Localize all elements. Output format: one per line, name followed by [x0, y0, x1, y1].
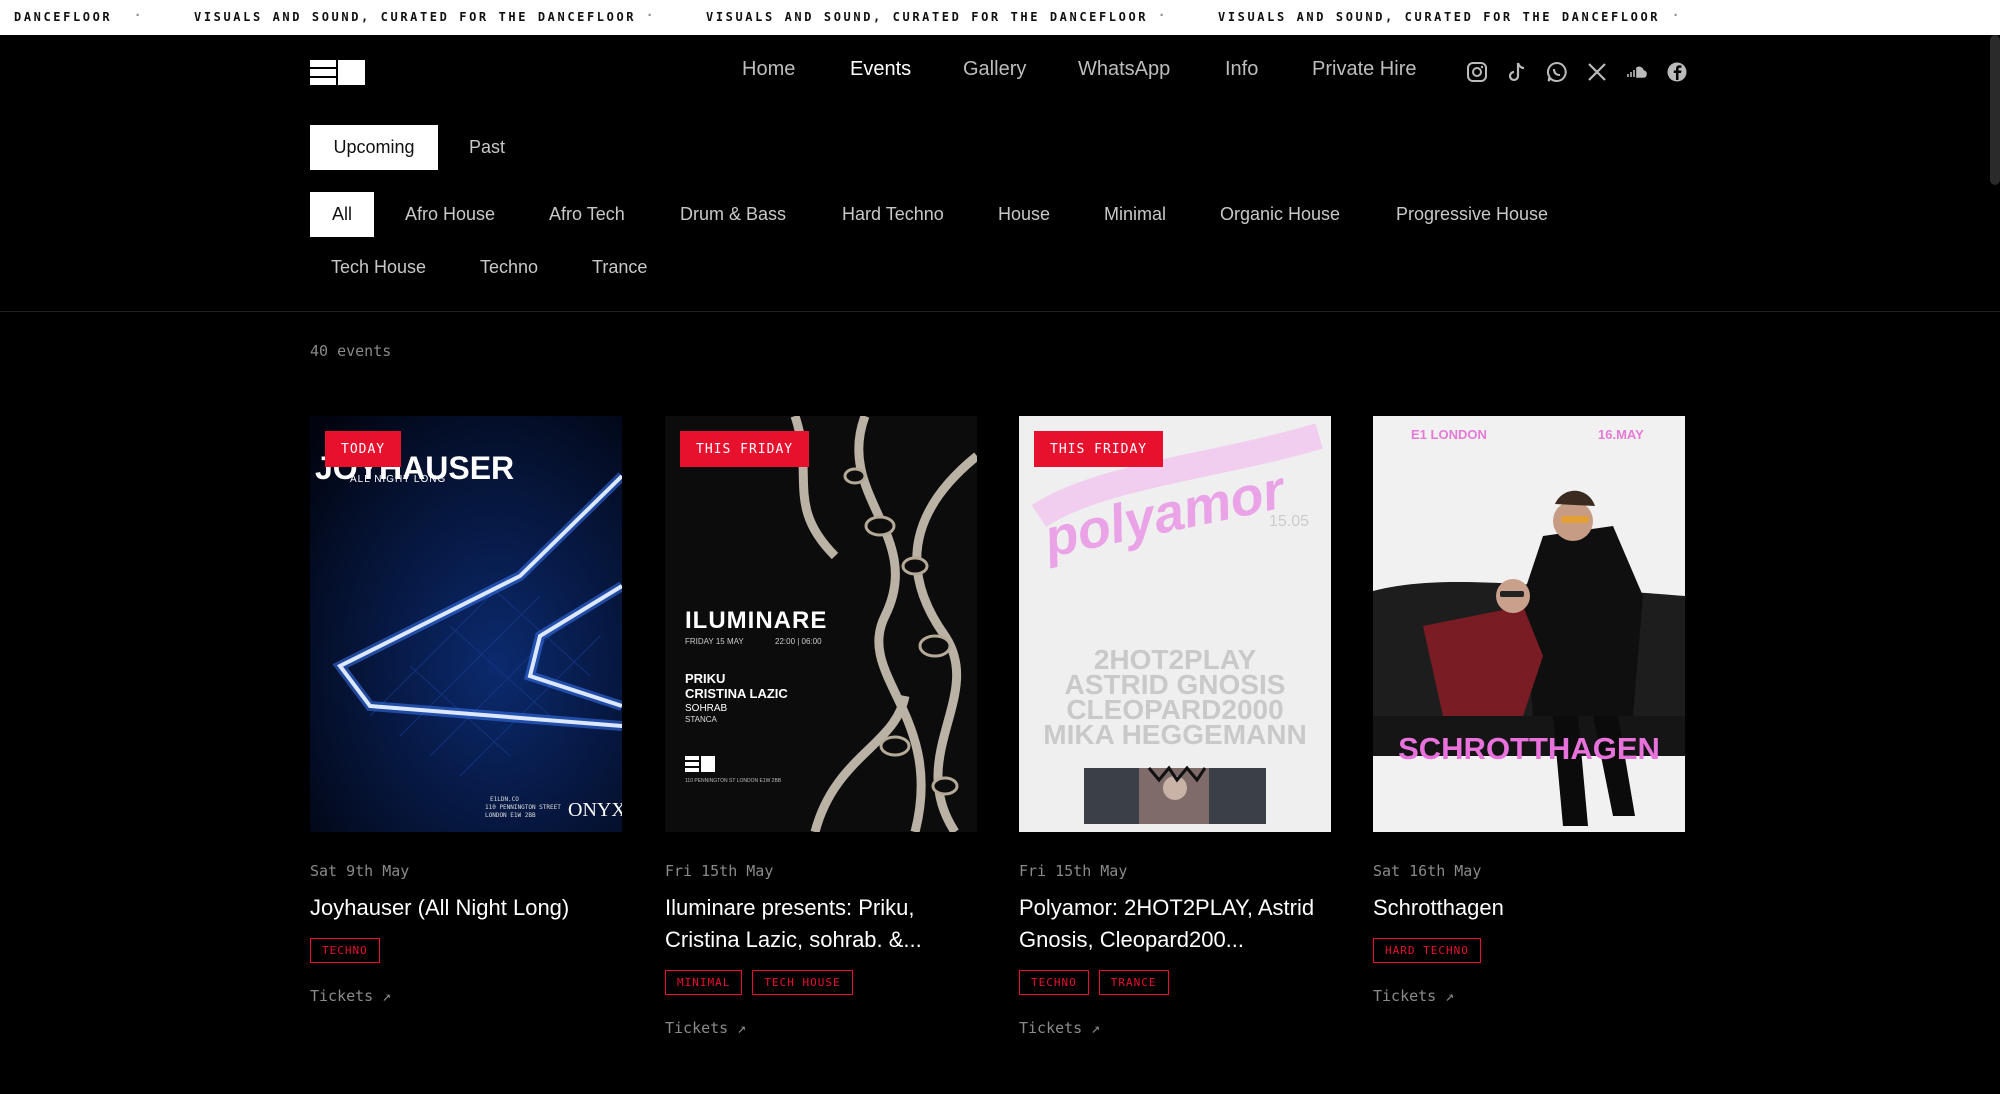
- poster-art-schrotthagen: E1 LONDON 16.MAY SCHROTTHAGEN: [1373, 416, 1685, 832]
- ticker-separator: ·: [646, 8, 656, 22]
- nav-private-hire[interactable]: Private Hire: [1312, 58, 1416, 81]
- ticker-separator: ·: [134, 8, 144, 22]
- tab-past[interactable]: Past: [452, 125, 522, 170]
- genre-tag[interactable]: TECH HOUSE: [752, 970, 853, 995]
- poster-title: SCHROTTHAGEN: [1398, 731, 1660, 766]
- event-card[interactable]: E1 LONDON 16.MAY SCHROTTHAGEN Sat 16th M…: [1373, 416, 1685, 1005]
- genre-tag[interactable]: HARD TECHNO: [1373, 938, 1481, 963]
- tickets-link[interactable]: Tickets ↗: [1019, 1019, 1331, 1037]
- event-poster[interactable]: ILUMINARE FRIDAY 15 MAY 22:00 | 06:00 PR…: [665, 416, 977, 832]
- filter-organic-house[interactable]: Organic House: [1220, 192, 1340, 237]
- filter-hard-techno[interactable]: Hard Techno: [842, 192, 944, 237]
- event-card[interactable]: JOYHAUSER ALL NIGHT LONG E1LDN.CO 110 PE…: [310, 416, 622, 1005]
- site-logo[interactable]: [310, 60, 365, 85]
- genre-tag[interactable]: TECHNO: [310, 938, 380, 963]
- event-count: 40 events: [310, 342, 392, 360]
- filter-tech-house[interactable]: Tech House: [331, 245, 426, 290]
- nav-home[interactable]: Home: [742, 58, 795, 81]
- genre-tag[interactable]: TECHNO: [1019, 970, 1089, 995]
- filter-drum-and-bass[interactable]: Drum & Bass: [680, 192, 786, 237]
- event-tags: MINIMAL TECH HOUSE: [665, 970, 977, 995]
- poster-time: 22:00 | 06:00: [775, 637, 822, 646]
- poster-artist: CRISTINA LAZIC: [685, 686, 788, 701]
- filter-minimal[interactable]: Minimal: [1104, 192, 1166, 237]
- instagram-icon[interactable]: [1466, 61, 1488, 83]
- filter-afro-tech[interactable]: Afro Tech: [549, 192, 625, 237]
- nav-events[interactable]: Events: [850, 58, 911, 81]
- ticker-text: VISUALS AND SOUND, CURATED FOR THE DANCE…: [1218, 10, 1661, 24]
- genre-tag[interactable]: MINIMAL: [665, 970, 743, 995]
- section-divider: [0, 311, 2000, 312]
- event-title[interactable]: Polyamor: 2HOT2PLAY, Astrid Gnosis, Cleo…: [1019, 892, 1331, 956]
- ticker-text: VISUALS AND SOUND, CURATED FOR THE DANCE…: [706, 10, 1149, 24]
- event-poster[interactable]: E1 LONDON 16.MAY SCHROTTHAGEN: [1373, 416, 1685, 832]
- event-badge: THIS FRIDAY: [680, 431, 810, 467]
- poster-date: 16.MAY: [1598, 427, 1644, 442]
- event-tags: HARD TECHNO: [1373, 938, 1685, 963]
- poster-date: 15.05: [1269, 513, 1309, 530]
- tab-upcoming[interactable]: Upcoming: [310, 125, 438, 170]
- poster-address: 110 PENNINGTON ST LONDON E1W 2BB: [685, 778, 782, 784]
- poster-artist: STANCA: [685, 715, 718, 724]
- ticker-text-partial: DANCEFLOOR: [14, 10, 113, 24]
- nav-info[interactable]: Info: [1225, 58, 1258, 81]
- poster-art-joyhauser: JOYHAUSER ALL NIGHT LONG E1LDN.CO 110 PE…: [310, 416, 622, 832]
- event-card[interactable]: ILUMINARE FRIDAY 15 MAY 22:00 | 06:00 PR…: [665, 416, 977, 1037]
- soundcloud-icon[interactable]: [1626, 61, 1648, 83]
- filter-house[interactable]: House: [998, 192, 1050, 237]
- event-date: Fri 15th May: [1019, 862, 1128, 880]
- filter-techno[interactable]: Techno: [480, 245, 538, 290]
- poster-art-polyamor: polyamor 15.05 2HOT2PLAY ASTRID GNOSIS C…: [1019, 416, 1331, 832]
- event-badge: THIS FRIDAY: [1034, 431, 1164, 467]
- filter-afro-house[interactable]: Afro House: [405, 192, 495, 237]
- poster-artist: PRIKU: [685, 671, 725, 686]
- scrollbar-thumb[interactable]: [1990, 35, 2000, 185]
- poster-title: ILUMINARE: [685, 607, 827, 634]
- poster-small-text: LONDON E1W 2BB: [485, 812, 536, 819]
- filter-trance[interactable]: Trance: [592, 245, 647, 290]
- facebook-icon[interactable]: [1666, 61, 1688, 83]
- event-badge: TODAY: [325, 431, 402, 467]
- x-icon[interactable]: [1586, 61, 1608, 83]
- tickets-link[interactable]: Tickets ↗: [665, 1019, 977, 1037]
- tickets-link[interactable]: Tickets ↗: [310, 987, 622, 1005]
- poster-subtitle: ALL NIGHT LONG: [350, 474, 446, 485]
- event-date: Sat 16th May: [1373, 862, 1482, 880]
- ticker-separator: ·: [1672, 8, 1682, 22]
- event-date: Fri 15th May: [665, 862, 774, 880]
- poster-artist: SOHRAB: [685, 703, 728, 714]
- poster-artist: MIKA HEGGEMANN: [1043, 719, 1306, 750]
- tickets-link[interactable]: Tickets ↗: [1373, 987, 1685, 1005]
- event-card[interactable]: polyamor 15.05 2HOT2PLAY ASTRID GNOSIS C…: [1019, 416, 1331, 1037]
- tiktok-icon[interactable]: [1506, 61, 1528, 83]
- nav-gallery[interactable]: Gallery: [963, 58, 1026, 81]
- ticker-text: VISUALS AND SOUND, CURATED FOR THE DANCE…: [194, 10, 637, 24]
- filter-progressive-house[interactable]: Progressive House: [1396, 192, 1548, 237]
- poster-date: FRIDAY 15 MAY: [685, 637, 744, 646]
- genre-tag[interactable]: TRANCE: [1098, 970, 1169, 995]
- filter-all[interactable]: All: [310, 192, 374, 237]
- whatsapp-icon[interactable]: [1546, 61, 1568, 83]
- event-poster[interactable]: polyamor 15.05 2HOT2PLAY ASTRID GNOSIS C…: [1019, 416, 1331, 832]
- event-title[interactable]: Schrotthagen: [1373, 892, 1685, 924]
- poster-small-text: E1LDN.CO: [490, 796, 519, 803]
- event-tags: TECHNO TRANCE: [1019, 970, 1331, 995]
- event-title[interactable]: Iluminare presents: Priku, Cristina Lazi…: [665, 892, 977, 956]
- poster-location: E1 LONDON: [1411, 427, 1487, 442]
- announcement-ticker: DANCEFLOOR · VISUALS AND SOUND, CURATED …: [0, 0, 2000, 35]
- event-poster[interactable]: JOYHAUSER ALL NIGHT LONG E1LDN.CO 110 PE…: [310, 416, 622, 832]
- poster-small-text: 110 PENNINGTON STREET: [485, 804, 561, 811]
- event-title[interactable]: Joyhauser (All Night Long): [310, 892, 622, 924]
- poster-brand: ONYX: [568, 799, 622, 821]
- poster-art-iluminare: ILUMINARE FRIDAY 15 MAY 22:00 | 06:00 PR…: [665, 416, 977, 832]
- event-date: Sat 9th May: [310, 862, 410, 880]
- nav-whatsapp[interactable]: WhatsApp: [1078, 58, 1170, 81]
- event-tags: TECHNO: [310, 938, 622, 963]
- ticker-separator: ·: [1158, 8, 1168, 22]
- logo-mark: [310, 60, 365, 85]
